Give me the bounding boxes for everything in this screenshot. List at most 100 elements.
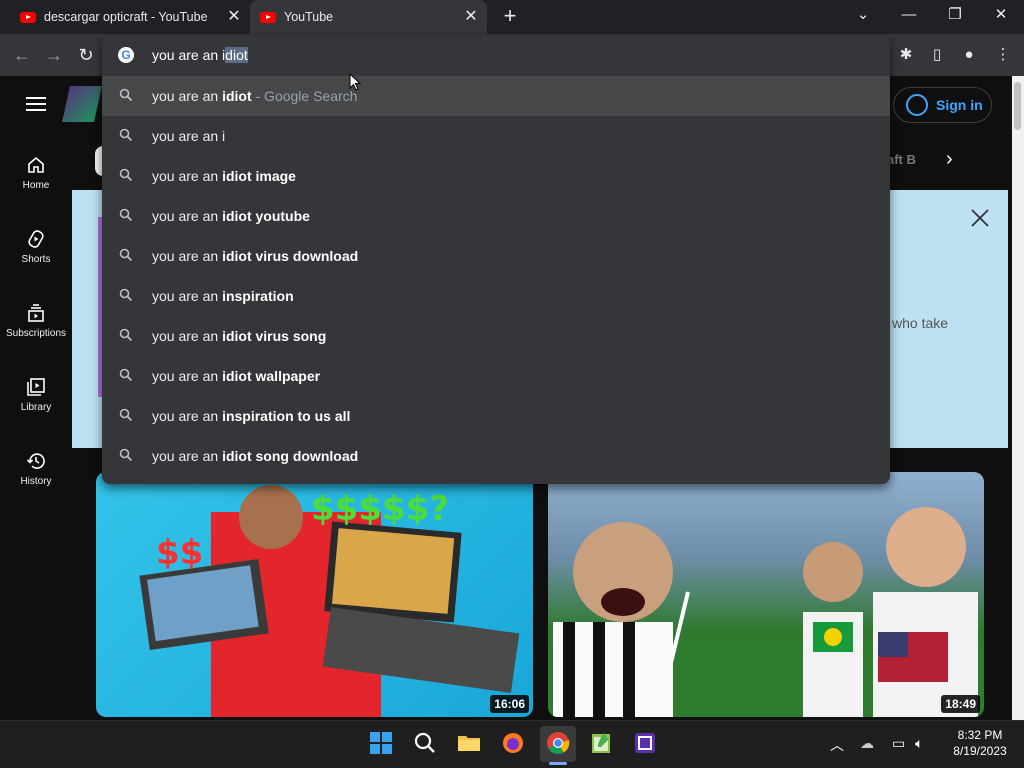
omnibox-suggestion[interactable]: you are an idiot youtube (102, 196, 890, 236)
guide-label: Subscriptions (5, 328, 67, 339)
reload-button[interactable]: ↻ (74, 43, 98, 67)
guide-item-library[interactable]: Library (0, 377, 72, 413)
tab-title: YouTube (284, 10, 334, 24)
guide-item-home[interactable]: Home (0, 155, 72, 191)
chrome-icon[interactable] (546, 731, 570, 755)
notepad-plus-icon[interactable] (589, 731, 613, 755)
system-clock[interactable]: 8:32 PM 8/19/2023 (940, 727, 1020, 759)
omnibox-suggestion[interactable]: you are an idiot virus song (102, 316, 890, 356)
suggestion-suffix: - Google Search (251, 88, 358, 104)
video-duration: 18:49 (941, 695, 980, 713)
suggestion-completion: idiot virus download (222, 248, 359, 264)
search-icon (119, 208, 133, 222)
omnibox-suggestion[interactable]: you are an idiot virus download (102, 236, 890, 276)
forward-button[interactable]: → (42, 43, 66, 67)
search-icon (119, 408, 133, 422)
banner-text: who take (892, 315, 949, 331)
search-icon (119, 128, 133, 142)
chip-partial-label[interactable]: aft B (887, 152, 916, 167)
guide-label: Library (20, 402, 52, 413)
sign-in-button[interactable]: Sign in (893, 87, 992, 123)
tray-chevron-icon[interactable]: ︿ (830, 735, 844, 755)
new-tab-button[interactable]: + (499, 5, 521, 28)
suggestion-prefix: you are an (152, 248, 223, 264)
omnibox-suggestion[interactable]: you are an inspiration to us all (102, 396, 890, 436)
suggestion-prefix: you are an (152, 448, 223, 464)
omnibox-suggestion[interactable]: you are an inspiration (102, 276, 890, 316)
svg-text:$$: $$ (156, 533, 203, 573)
suggestion-completion: inspiration to us all (222, 408, 351, 424)
youtube-favicon-icon (20, 11, 36, 23)
windows-start-icon[interactable] (369, 731, 393, 755)
guide-label: Shorts (21, 254, 51, 265)
suggestion-prefix: you are an (152, 88, 223, 104)
subscriptions-icon (28, 304, 44, 322)
side-panel-icon[interactable]: ▯ (928, 46, 946, 64)
restore-button[interactable]: ❐ (932, 0, 978, 34)
firefox-icon[interactable] (501, 731, 525, 755)
autocomplete-selection: diot (225, 47, 248, 63)
thumbnail-image: $$ $$$$$? (139, 485, 520, 717)
volume-icon[interactable]: 🔈︎ (915, 735, 923, 752)
thumbnail-image (548, 507, 984, 717)
video-thumbnail[interactable]: $$ $$$$$? 16:06 (96, 472, 533, 717)
file-explorer-icon[interactable] (457, 731, 481, 755)
svg-text:$$$$$?: $$$$$? (311, 489, 449, 529)
chips-next-icon[interactable]: › (946, 148, 953, 171)
guide-label: History (20, 476, 52, 487)
guide-item-shorts[interactable]: Shorts (0, 229, 72, 265)
banner-close-icon[interactable] (968, 206, 992, 230)
onedrive-icon[interactable]: ☁ (860, 735, 874, 752)
menu-hamburger-icon[interactable] (26, 97, 46, 111)
tab-close-icon[interactable]: ✕ (226, 9, 242, 25)
video-thumbnail[interactable]: 18:49 (548, 472, 984, 717)
video-duration: 16:06 (490, 695, 529, 713)
library-icon (27, 378, 45, 396)
suggestion-prefix: you are an (152, 168, 223, 184)
tab-close-icon[interactable]: ✕ (463, 9, 479, 25)
suggestion-prefix: you are an (152, 408, 223, 424)
search-icon[interactable] (413, 731, 437, 755)
scrollbar-thumb[interactable] (1014, 82, 1021, 130)
tab-search-icon[interactable]: ⌄ (840, 0, 886, 34)
page-scrollbar[interactable] (1012, 76, 1024, 720)
tab-youtube[interactable]: YouTube ✕ (250, 0, 487, 34)
suggestion-completion: idiot virus song (222, 328, 327, 344)
suggestion-completion: idiot wallpaper (222, 368, 321, 384)
back-button[interactable]: ← (10, 43, 34, 67)
search-icon (119, 288, 133, 302)
close-window-button[interactable]: ✕ (978, 0, 1024, 34)
youtube-favicon-icon (260, 11, 276, 23)
suggestion-completion: idiot song download (222, 448, 359, 464)
user-icon (906, 94, 928, 116)
guide-label: Home (22, 180, 50, 191)
typed-text: you are an i (152, 47, 226, 63)
sign-in-label: Sign in (936, 97, 983, 113)
mouse-cursor-icon (349, 73, 361, 91)
omnibox-suggestion[interactable]: you are an idiot wallpaper (102, 356, 890, 396)
omnibox-suggestion[interactable]: you are an i (102, 116, 890, 156)
minimize-button[interactable]: — (886, 0, 932, 34)
omnibox-suggestion[interactable]: you are an idiot - Google Search (102, 76, 890, 116)
guide-item-subscriptions[interactable]: Subscriptions (0, 303, 72, 339)
omnibox-suggestion[interactable]: you are an idiot song download (102, 436, 890, 476)
extensions-icon[interactable]: ✱ (897, 46, 915, 64)
shorts-icon (28, 230, 44, 248)
history-icon (26, 453, 45, 469)
tab-descargar-opticraft[interactable]: descargar opticraft - YouTube ✕ (0, 0, 250, 34)
tab-title: descargar opticraft - YouTube (44, 10, 208, 24)
clock-date: 8/19/2023 (953, 744, 1007, 758)
network-icon[interactable]: ▭ (892, 735, 905, 752)
search-icon (119, 168, 133, 182)
search-icon (119, 448, 133, 462)
address-bar-input[interactable]: you are an i diot (102, 36, 890, 74)
guide-item-history[interactable]: History (0, 451, 72, 487)
search-icon (119, 328, 133, 342)
clock-time: 8:32 PM (957, 728, 1003, 742)
menu-icon[interactable]: ⋮ (994, 46, 1012, 64)
profile-icon[interactable]: ● (960, 46, 978, 64)
app-chip-icon[interactable] (633, 731, 657, 755)
suggestion-completion: idiot (222, 88, 252, 104)
omnibox-suggestion[interactable]: you are an idiot image (102, 156, 890, 196)
suggestion-completion: inspiration (222, 288, 294, 304)
